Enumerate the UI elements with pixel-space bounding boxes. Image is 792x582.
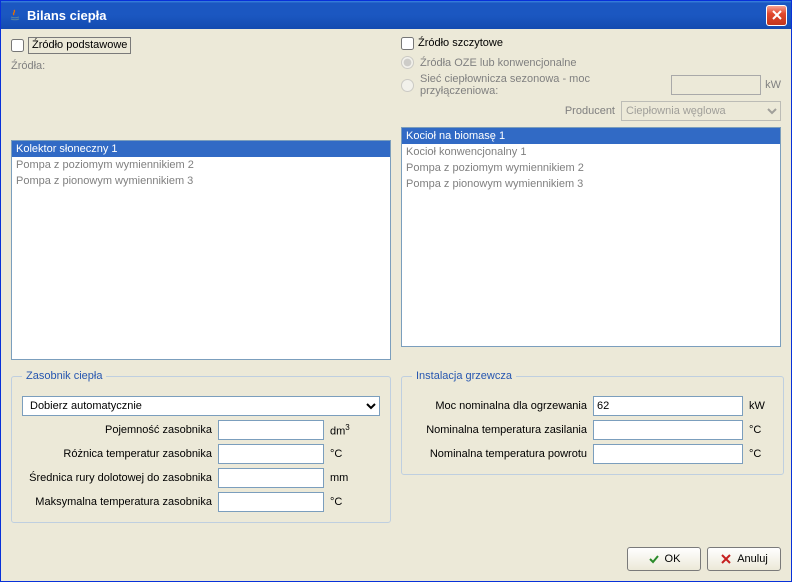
list-item[interactable]: Pompa z pionowym wymiennikiem 3 <box>402 176 780 192</box>
install-supplytemp-label: Nominalna temperatura zasilania <box>412 424 587 436</box>
bottom-columns: Zasobnik ciepła Dobierz automatycznie Po… <box>11 360 781 523</box>
install-supplytemp-input[interactable] <box>593 420 743 440</box>
source-basic-checkbox[interactable] <box>11 39 24 52</box>
tank-auto-select[interactable]: Dobierz automatycznie <box>22 396 380 416</box>
install-group: Instalacja grzewcza Moc nominalna dla og… <box>401 370 784 475</box>
source-peak-label: Źródło szczytowe <box>418 37 506 50</box>
tank-pipediam-unit: mm <box>330 472 360 484</box>
tank-pipediam-row: Średnica rury dolotowej do zasobnika mm <box>22 468 380 488</box>
cancel-button-label: Anuluj <box>737 553 768 565</box>
left-group-col: Zasobnik ciepła Dobierz automatycznie Po… <box>11 360 391 523</box>
window-title: Bilans ciepła <box>27 8 766 23</box>
list-item[interactable]: Pompa z pionowym wymiennikiem 3 <box>12 173 390 189</box>
peak-options: Źródła OZE lub konwencjonalne Sieć ciepł… <box>401 56 781 121</box>
tank-tempdiff-input[interactable] <box>218 444 324 464</box>
producer-label: Producent <box>565 105 615 117</box>
tank-maxtemp-label: Maksymalna temperatura zasobnika <box>22 496 212 508</box>
list-item[interactable]: Kocioł konwencjonalny 1 <box>402 144 780 160</box>
ok-button-label: OK <box>665 553 681 565</box>
close-button[interactable] <box>766 5 787 26</box>
ok-button[interactable]: OK <box>627 547 701 571</box>
source-basic-label: Źródło podstawowe <box>28 37 131 54</box>
install-supplytemp-unit: °C <box>749 424 773 436</box>
tank-capacity-row: Pojemność zasobnika dm3 <box>22 420 380 440</box>
install-supplytemp-row: Nominalna temperatura zasilania °C <box>412 420 773 440</box>
tank-capacity-unit: dm3 <box>330 423 360 438</box>
source-peak-row: Źródło szczytowe <box>401 37 781 50</box>
install-legend: Instalacja grzewcza <box>412 370 516 382</box>
install-power-unit: kW <box>749 400 773 412</box>
right-group-col: Instalacja grzewcza Moc nominalna dla og… <box>401 360 781 523</box>
list-item[interactable]: Pompa z poziomym wymiennikiem 2 <box>12 157 390 173</box>
close-icon <box>772 8 782 23</box>
install-power-input[interactable] <box>593 396 743 416</box>
cancel-icon <box>720 553 732 565</box>
radio-net-label: Sieć ciepłownicza sezonowa - moc przyłąc… <box>420 73 665 97</box>
tank-capacity-label: Pojemność zasobnika <box>22 424 212 436</box>
tank-auto-row: Dobierz automatycznie <box>22 396 380 416</box>
producer-row: Producent Ciepłownia węglowa <box>401 101 781 121</box>
tank-maxtemp-unit: °C <box>330 496 360 508</box>
source-peak-checkbox[interactable] <box>401 37 414 50</box>
install-power-label: Moc nominalna dla ogrzewania <box>412 400 587 412</box>
producer-select[interactable]: Ciepłownia węglowa <box>621 101 781 121</box>
tank-group: Zasobnik ciepła Dobierz automatycznie Po… <box>11 370 391 523</box>
content-area: Źródło podstawowe Źródła: Kolektor słone… <box>1 29 791 539</box>
java-icon <box>7 7 23 23</box>
install-returntemp-label: Nominalna temperatura powrotu <box>412 448 587 460</box>
top-columns: Źródło podstawowe Źródła: Kolektor słone… <box>11 37 781 360</box>
install-returntemp-unit: °C <box>749 448 773 460</box>
tank-tempdiff-row: Różnica temperatur zasobnika °C <box>22 444 380 464</box>
titlebar: Bilans ciepła <box>1 1 791 29</box>
list-item[interactable]: Pompa z poziomym wymiennikiem 2 <box>402 160 780 176</box>
tank-legend: Zasobnik ciepła <box>22 370 106 382</box>
tank-pipediam-input[interactable] <box>218 468 324 488</box>
cancel-button[interactable]: Anuluj <box>707 547 781 571</box>
tank-maxtemp-row: Maksymalna temperatura zasobnika °C <box>22 492 380 512</box>
tank-tempdiff-label: Różnica temperatur zasobnika <box>22 448 212 460</box>
list-item[interactable]: Kolektor słoneczny 1 <box>12 141 390 157</box>
tank-maxtemp-input[interactable] <box>218 492 324 512</box>
dialog-window: Bilans ciepła Źródło podstawowe Źródła: … <box>0 0 792 582</box>
sources-label: Źródła: <box>11 60 391 72</box>
left-listbox[interactable]: Kolektor słoneczny 1Pompa z poziomym wym… <box>11 140 391 360</box>
radio-net[interactable] <box>401 79 414 92</box>
radio-oze-label: Źródła OZE lub konwencjonalne <box>420 57 577 69</box>
left-column: Źródło podstawowe Źródła: Kolektor słone… <box>11 37 391 360</box>
net-power-unit: kW <box>765 79 781 91</box>
list-item[interactable]: Kocioł na biomasę 1 <box>402 128 780 144</box>
radio-oze[interactable] <box>401 56 414 69</box>
right-listbox[interactable]: Kocioł na biomasę 1Kocioł konwencjonalny… <box>401 127 781 347</box>
tank-pipediam-label: Średnica rury dolotowej do zasobnika <box>22 472 212 484</box>
check-icon <box>648 553 660 565</box>
install-power-row: Moc nominalna dla ogrzewania kW <box>412 396 773 416</box>
install-returntemp-input[interactable] <box>593 444 743 464</box>
button-bar: OK Anuluj <box>1 539 791 581</box>
tank-tempdiff-unit: °C <box>330 448 360 460</box>
net-power-input[interactable] <box>671 75 761 95</box>
radio-net-row: Sieć ciepłownicza sezonowa - moc przyłąc… <box>401 73 781 97</box>
radio-oze-row: Źródła OZE lub konwencjonalne <box>401 56 781 69</box>
source-basic-row: Źródło podstawowe <box>11 37 391 54</box>
install-returntemp-row: Nominalna temperatura powrotu °C <box>412 444 773 464</box>
tank-capacity-input[interactable] <box>218 420 324 440</box>
right-column: Źródło szczytowe Źródła OZE lub konwencj… <box>401 37 781 360</box>
